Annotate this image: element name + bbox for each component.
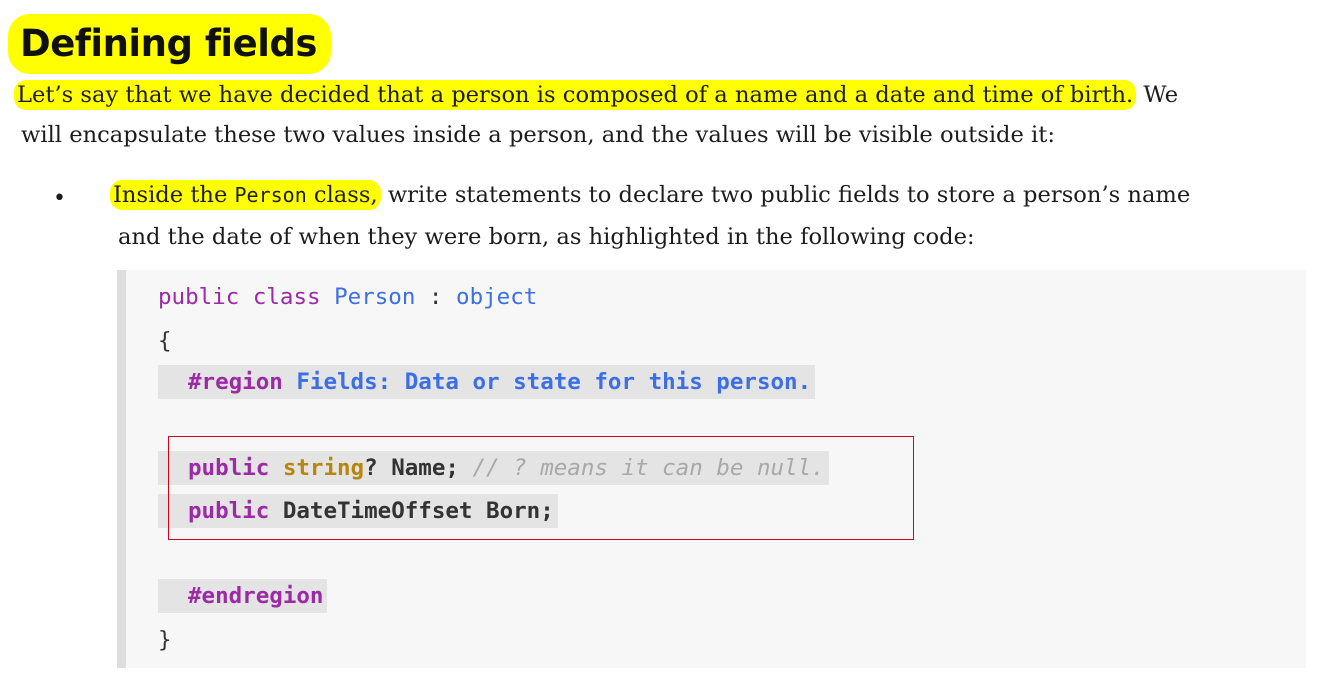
intro-line-1: Let’s say that we have decided that a pe… [14, 80, 1179, 110]
code-line-1: public class Person : object [158, 280, 537, 314]
bullet-line-1-rest: write statements to declare two public f… [380, 182, 1191, 208]
code-region-text: Fields: Data or state for this person. [282, 369, 812, 395]
bullet-line-2: and the date of when they were born, as … [118, 224, 975, 250]
code-line-2: { [158, 328, 172, 354]
bullet-line-1: Inside the Person class, write statement… [110, 180, 1191, 210]
code-line-3: #region Fields: Data or state for this p… [158, 365, 816, 399]
intro-line-2: will encapsulate these two values inside… [21, 122, 1055, 148]
code-endregion: #endregion [188, 583, 324, 609]
code-colon: : [415, 284, 457, 310]
code-line-6: #endregion [158, 579, 328, 613]
highlight-annotation-box [168, 436, 914, 540]
code-kw-object: object [456, 284, 538, 310]
code-region: #region [188, 369, 283, 395]
section-heading: Defining fields [8, 14, 331, 74]
code-class-name: Person [334, 284, 416, 310]
intro-line-1-rest: We [1136, 82, 1179, 108]
code-kw-class: class [252, 284, 321, 310]
bullet-marker: • [53, 186, 66, 211]
bullet-hl-pre: Inside the [113, 182, 235, 208]
intro-highlight: Let’s say that we have decided that a pe… [14, 80, 1137, 110]
bullet-highlight: Inside the Person class, [110, 180, 381, 210]
code-line-7: } [158, 627, 172, 653]
inline-code-person: Person [234, 183, 307, 207]
code-kw-public: public [158, 284, 240, 310]
bullet-hl-post: class, [306, 182, 378, 208]
